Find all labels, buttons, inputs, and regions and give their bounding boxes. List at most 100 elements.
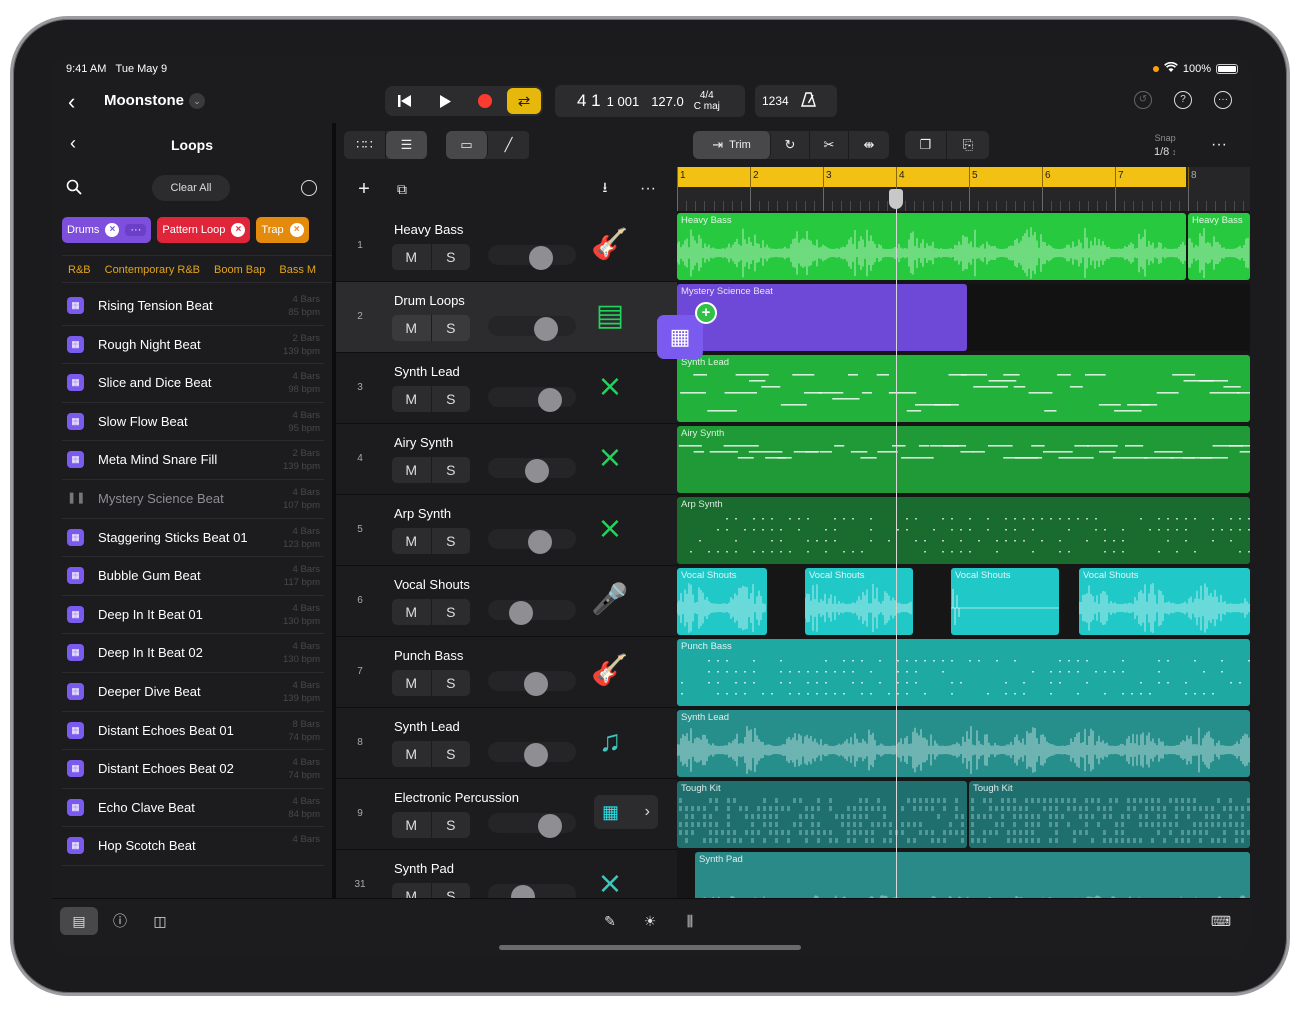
volume-slider[interactable] — [488, 387, 576, 412]
orchestra-icon[interactable]: ♫ — [590, 722, 630, 762]
track-region[interactable]: Airy Synth — [677, 426, 1250, 493]
tag-trap[interactable]: Trap × — [256, 217, 309, 243]
mute-button[interactable]: M — [392, 528, 432, 554]
track-region[interactable]: Arp Synth — [677, 497, 1250, 564]
mute-button[interactable]: M — [392, 457, 432, 483]
header-more-icon[interactable]: ··· — [634, 175, 662, 203]
keyboard-stand-icon[interactable]: ⨯ — [590, 367, 630, 407]
loop-item[interactable]: ▦ Deeper Dive Beat 4 Bars 139 bpm — [62, 673, 324, 712]
track-name[interactable]: Electronic Percussion — [394, 790, 519, 805]
track-region[interactable]: Synth Lead — [677, 710, 1250, 777]
go-to-beginning-button[interactable] — [385, 86, 425, 116]
loop-item[interactable]: ▦ Rough Night Beat 2 Bars 139 bpm — [62, 326, 324, 365]
volume-slider[interactable] — [488, 742, 576, 767]
genre-bass[interactable]: Bass M — [273, 256, 322, 282]
track-header[interactable]: 7 Punch Bass M S 🎸 — [336, 637, 677, 708]
track-header[interactable]: 2 Drum Loops M S ▤ — [336, 282, 677, 353]
loop-item[interactable]: ▦ Slice and Dice Beat 4 Bars 98 bpm — [62, 364, 324, 403]
tracks-view-icon[interactable]: ☰ — [386, 131, 428, 159]
track-name[interactable]: Heavy Bass — [394, 222, 463, 237]
count-in-button[interactable]: 1234 — [762, 94, 789, 108]
paste-icon[interactable]: ⎘ — [947, 131, 989, 159]
mute-button[interactable]: M — [392, 244, 432, 270]
volume-slider[interactable] — [488, 529, 576, 554]
region-view-icon[interactable]: ▭ — [446, 131, 488, 159]
volume-knob[interactable] — [509, 601, 533, 625]
bass-guitar-icon[interactable]: 🎸 — [590, 225, 630, 265]
solo-button[interactable]: S — [432, 386, 471, 412]
genre-rnb[interactable]: R&B — [62, 256, 97, 282]
remove-tag-icon[interactable]: × — [289, 223, 304, 237]
mute-button[interactable]: M — [392, 812, 432, 838]
tag-pattern-loop[interactable]: Pattern Loop × — [157, 217, 251, 243]
record-button[interactable] — [465, 86, 505, 116]
track-region[interactable]: Tough Kit — [969, 781, 1250, 848]
track-header[interactable]: 9 Electronic Percussion M S ▦ › — [336, 779, 677, 850]
live-loops-grid-icon[interactable]: ∷∷ — [344, 131, 386, 159]
track-region[interactable]: Mystery Science Beat — [677, 284, 967, 351]
trim-tool-button[interactable]: ⇥ Trim — [693, 131, 771, 159]
volume-slider[interactable] — [488, 458, 576, 483]
snap-selector[interactable]: Snap 1/8 ↕ — [1154, 131, 1176, 159]
volume-knob[interactable] — [529, 246, 553, 270]
solo-button[interactable]: S — [432, 812, 471, 838]
track-name[interactable]: Airy Synth — [394, 435, 453, 450]
tracks-more-icon[interactable]: ··· — [1204, 131, 1234, 159]
loop-item[interactable]: ▦ Deep In It Beat 02 4 Bars 130 bpm — [62, 634, 324, 673]
volume-knob[interactable] — [525, 459, 549, 483]
drum-machine-icon[interactable]: ▤ — [590, 296, 630, 336]
help-icon[interactable]: ? — [1174, 91, 1192, 109]
volume-knob[interactable] — [534, 317, 558, 341]
loop-item[interactable]: ▦ Slow Flow Beat 4 Bars 95 bpm — [62, 403, 324, 442]
tag-drums[interactable]: Drums × ··· — [62, 217, 152, 243]
loop-item[interactable]: ▦ Hop Scotch Beat 4 Bars — [62, 827, 324, 866]
genre-contemporary-rnb[interactable]: Contemporary R&B — [99, 256, 206, 282]
more-options-icon[interactable]: ··· — [1214, 91, 1232, 109]
dragged-loop-icon[interactable]: ▦ — [657, 315, 703, 359]
loop-item[interactable]: ▦ Rising Tension Beat 4 Bars 85 bpm — [62, 287, 324, 326]
undo-icon[interactable]: ↺ — [1134, 91, 1152, 109]
chevron-down-icon[interactable]: ⌄ — [189, 93, 205, 109]
loop-item[interactable]: ❚❚ Mystery Science Beat 4 Bars 107 bpm — [62, 480, 324, 519]
loop-tool-icon[interactable]: ↻ — [771, 131, 810, 159]
solo-button[interactable]: S — [432, 741, 471, 767]
solo-button[interactable]: S — [432, 528, 471, 554]
sequencer-icon[interactable]: ▦ › — [594, 795, 658, 829]
loop-item[interactable]: ▦ Echo Clave Beat 4 Bars 84 bpm — [62, 789, 324, 828]
track-region[interactable]: Vocal Shouts — [677, 568, 767, 635]
playhead[interactable] — [896, 195, 897, 955]
remove-tag-icon[interactable]: × — [231, 223, 246, 237]
volume-slider[interactable] — [488, 671, 576, 696]
track-name[interactable]: Synth Lead — [394, 364, 460, 379]
keyboard-stand-icon[interactable]: ⨯ — [590, 509, 630, 549]
track-region[interactable]: Vocal Shouts — [1079, 568, 1250, 635]
track-region[interactable]: Vocal Shouts — [951, 568, 1059, 635]
track-name[interactable]: Drum Loops — [394, 293, 465, 308]
volume-slider[interactable] — [488, 245, 576, 270]
mixer-icon[interactable]: ⫼ — [671, 907, 709, 935]
join-tool-icon[interactable]: ⇼ — [849, 131, 889, 159]
split-tool-icon[interactable]: ✂ — [810, 131, 849, 159]
volume-slider[interactable] — [488, 600, 576, 625]
track-header[interactable]: 8 Synth Lead M S ♫ — [336, 708, 677, 779]
playhead-handle[interactable] — [889, 189, 903, 209]
loop-item[interactable]: ▦ Deep In It Beat 01 4 Bars 130 bpm — [62, 596, 324, 635]
volume-slider[interactable] — [488, 316, 576, 341]
loop-item[interactable]: ▦ Staggering Sticks Beat 01 4 Bars 123 bpm — [62, 519, 324, 558]
solo-button[interactable]: S — [432, 244, 471, 270]
loop-item[interactable]: ▦ Distant Echoes Beat 01 8 Bars 74 bpm — [62, 712, 324, 751]
mute-button[interactable]: M — [392, 670, 432, 696]
track-header[interactable]: 6 Vocal Shouts M S 🎤 — [336, 566, 677, 637]
cycle-button[interactable]: ⇄ — [507, 88, 541, 114]
project-title[interactable]: Moonstone — [104, 92, 184, 109]
solo-button[interactable]: S — [432, 315, 471, 341]
mute-button[interactable]: M — [392, 386, 432, 412]
track-header[interactable]: 1 Heavy Bass M S 🎸 — [336, 211, 677, 282]
track-region[interactable]: Heavy Bass — [1188, 213, 1250, 280]
track-region[interactable]: Tough Kit — [677, 781, 967, 848]
volume-knob[interactable] — [524, 672, 548, 696]
pencil-icon[interactable]: ✎ — [591, 907, 629, 935]
import-icon[interactable]: ⭳ — [591, 175, 619, 203]
track-name[interactable]: Synth Pad — [394, 861, 454, 876]
clear-all-button[interactable]: Clear All — [152, 175, 230, 201]
